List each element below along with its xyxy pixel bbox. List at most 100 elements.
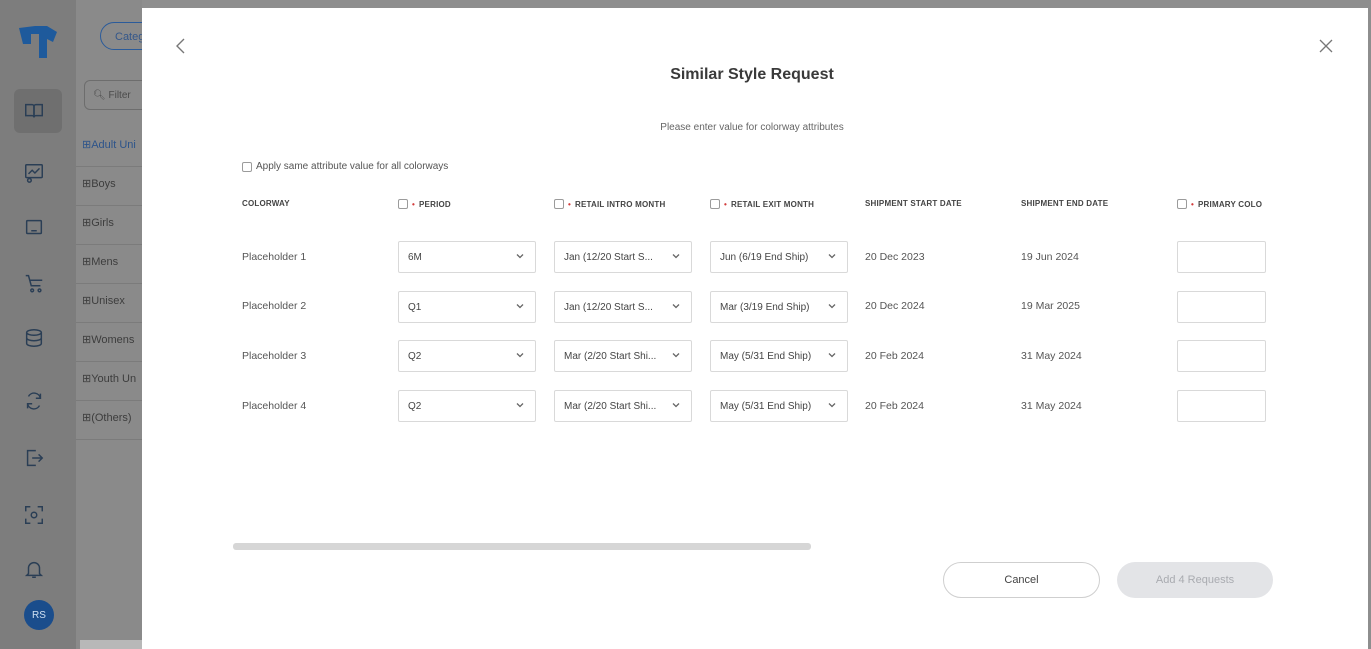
exit-value: May (5/31 End Ship) — [720, 400, 812, 412]
add-requests-button[interactable]: Add 4 Requests — [1117, 562, 1273, 598]
cart-icon[interactable] — [22, 271, 46, 295]
retail-intro-month-select[interactable]: Jan (12/20 Start S... — [554, 291, 692, 323]
header-label: RETAIL INTRO MONTH — [575, 199, 666, 209]
search-icon: 🔍︎ — [93, 90, 106, 101]
retail-intro-month-select[interactable]: Jan (12/20 Start S... — [554, 241, 692, 273]
retail-exit-month-select[interactable]: May (5/31 End Ship) — [710, 340, 848, 372]
tree-item[interactable]: ⊞Boys — [76, 167, 142, 206]
intro-value: Jan (12/20 Start S... — [564, 301, 653, 313]
header-label: RETAIL EXIT MONTH — [731, 199, 815, 209]
shipment-start-date: 20 Feb 2024 — [865, 350, 924, 362]
column-header-shipment-end-date: SHIPMENT END DATE — [1021, 199, 1108, 208]
column-header-primary-color: • PRIMARY COLO — [1177, 199, 1262, 209]
header-label: SHIPMENT START DATE — [865, 199, 962, 208]
period-select[interactable]: Q2 — [398, 390, 536, 422]
apply-all-label: Apply same attribute value for all color… — [256, 161, 449, 172]
required-marker: • — [1191, 199, 1195, 209]
apply-all-checkbox[interactable]: Apply same attribute value for all color… — [242, 161, 448, 172]
chevron-down-icon — [515, 251, 527, 263]
primary-color-input[interactable] — [1177, 291, 1266, 323]
back-button[interactable] — [172, 36, 192, 56]
chevron-down-icon — [827, 301, 839, 313]
header-label: PERIOD — [419, 199, 451, 209]
column-header-retail-exit-month: • RETAIL EXIT MONTH — [710, 199, 814, 209]
intro-value: Mar (2/20 Start Shi... — [564, 350, 657, 362]
close-button[interactable] — [1316, 36, 1336, 56]
cancel-button[interactable]: Cancel — [943, 562, 1100, 598]
required-marker: • — [412, 199, 416, 209]
primary-color-select-all-checkbox[interactable] — [1177, 199, 1187, 209]
category-tree: ⊞Adult Uni ⊞Boys ⊞Girls ⊞Mens ⊞Unisex ⊞W… — [76, 128, 142, 440]
intro-value: Mar (2/20 Start Shi... — [564, 400, 657, 412]
shipment-end-date: 19 Jun 2024 — [1021, 251, 1079, 263]
colorway-name: Placeholder 2 — [242, 300, 307, 312]
exit-select-all-checkbox[interactable] — [710, 199, 720, 209]
chevron-down-icon — [827, 350, 839, 362]
chevron-down-icon — [671, 350, 683, 362]
logout-icon[interactable] — [22, 446, 46, 470]
filter-placeholder: Filter — [108, 90, 131, 101]
modal-subtitle: Please enter value for colorway attribut… — [660, 122, 844, 133]
chevron-down-icon — [515, 301, 527, 313]
chevron-down-icon — [515, 350, 527, 362]
colorway-name: Placeholder 1 — [242, 251, 307, 263]
exit-value: May (5/31 End Ship) — [720, 350, 812, 362]
retail-exit-month-select[interactable]: Mar (3/19 End Ship) — [710, 291, 848, 323]
tree-item[interactable]: ⊞Girls — [76, 206, 142, 245]
primary-color-input[interactable] — [1177, 340, 1266, 372]
tree-item[interactable]: ⊞Unisex — [76, 284, 142, 323]
column-header-period: • PERIOD — [398, 199, 451, 209]
colorway-name: Placeholder 3 — [242, 350, 307, 362]
tree-item[interactable]: ⊞(Others) — [76, 401, 142, 440]
retail-intro-month-select[interactable]: Mar (2/20 Start Shi... — [554, 390, 692, 422]
chevron-down-icon — [671, 400, 683, 412]
book-icon[interactable] — [22, 99, 46, 123]
retail-intro-month-select[interactable]: Mar (2/20 Start Shi... — [554, 340, 692, 372]
header-label: COLORWAY — [242, 199, 290, 208]
laptop-icon[interactable] — [22, 216, 46, 240]
tree-item[interactable]: ⊞Womens — [76, 323, 142, 362]
chevron-down-icon — [671, 251, 683, 263]
app-sidebar: RS — [0, 0, 77, 649]
horizontal-scrollbar[interactable] — [233, 543, 811, 550]
period-select[interactable]: 6M — [398, 241, 536, 273]
intro-select-all-checkbox[interactable] — [554, 199, 564, 209]
period-select-all-checkbox[interactable] — [398, 199, 408, 209]
chevron-down-icon — [827, 400, 839, 412]
period-value: Q1 — [408, 301, 422, 313]
period-value: Q2 — [408, 400, 422, 412]
shipment-end-date: 19 Mar 2025 — [1021, 300, 1080, 312]
tree-item[interactable]: ⊞Youth Un — [76, 362, 142, 401]
shipment-start-date: 20 Dec 2023 — [865, 251, 925, 263]
refresh-icon[interactable] — [22, 389, 46, 413]
chart-icon[interactable] — [22, 161, 46, 185]
primary-color-input[interactable] — [1177, 241, 1266, 273]
column-header-colorway: COLORWAY — [242, 199, 290, 208]
close-icon — [1319, 39, 1333, 53]
colorway-name: Placeholder 4 — [242, 400, 307, 412]
column-header-shipment-start-date: SHIPMENT START DATE — [865, 199, 962, 208]
database-icon[interactable] — [22, 326, 46, 350]
retail-exit-month-select[interactable]: May (5/31 End Ship) — [710, 390, 848, 422]
tree-item[interactable]: ⊞Adult Uni — [76, 128, 142, 167]
tree-item[interactable]: ⊞Mens — [76, 245, 142, 284]
period-select[interactable]: Q2 — [398, 340, 536, 372]
bell-icon[interactable] — [22, 557, 46, 581]
column-header-retail-intro-month: • RETAIL INTRO MONTH — [554, 199, 665, 209]
retail-exit-month-select[interactable]: Jun (6/19 End Ship) — [710, 241, 848, 273]
shipment-start-date: 20 Dec 2024 — [865, 300, 925, 312]
chevron-left-icon — [176, 38, 185, 54]
app-logo — [19, 26, 57, 58]
required-marker: • — [724, 199, 728, 209]
avatar[interactable]: RS — [24, 600, 54, 630]
chevron-down-icon — [671, 301, 683, 313]
shipment-end-date: 31 May 2024 — [1021, 350, 1082, 362]
modal-title: Similar Style Request — [670, 66, 834, 83]
period-select[interactable]: Q1 — [398, 291, 536, 323]
scan-icon[interactable] — [22, 503, 46, 527]
primary-color-input[interactable] — [1177, 390, 1266, 422]
checkbox[interactable] — [242, 161, 252, 172]
chevron-down-icon — [515, 400, 527, 412]
exit-value: Jun (6/19 End Ship) — [720, 251, 809, 263]
exit-value: Mar (3/19 End Ship) — [720, 301, 810, 313]
